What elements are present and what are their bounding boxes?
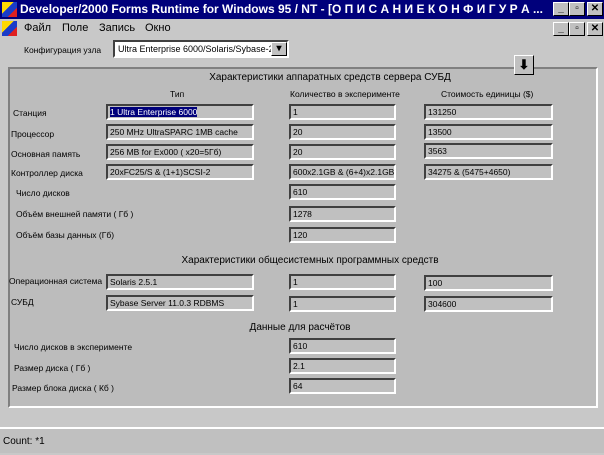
row-label: Операционная система <box>9 276 103 286</box>
cost-field[interactable]: 3563 <box>424 143 553 159</box>
row-label: Объём базы данных (Гб) <box>16 230 115 240</box>
document-icon <box>2 21 17 36</box>
menu-bar: Файл Поле Запись Окно _ ▫ ✕ <box>0 19 604 38</box>
cost-field[interactable]: 34275 & (5475+4650) <box>424 164 553 180</box>
menu-window[interactable]: Окно <box>145 19 171 38</box>
row-label: Станция <box>13 108 47 118</box>
external-memory-field[interactable]: 1278 <box>289 206 396 222</box>
calc-section-title: Данные для расчётов <box>249 322 351 333</box>
menu-record[interactable]: Запись <box>99 19 135 38</box>
cost-field[interactable]: 13500 <box>424 124 553 140</box>
disks-in-experiment-field[interactable]: 610 <box>289 338 396 354</box>
selected-text: 1 Ultra Enterprise 6000 <box>110 107 198 117</box>
row-label: Основная память <box>11 149 81 159</box>
cost-field[interactable]: 131250 <box>424 104 553 120</box>
cost-field[interactable]: 100 <box>424 275 553 291</box>
row-label: Объём внешней памяти ( Гб ) <box>16 209 134 219</box>
config-label: Конфигурация узла <box>24 45 102 55</box>
row-label: Число дисков в эксперименте <box>14 342 133 352</box>
status-text: Count: *1 <box>3 436 45 447</box>
database-size-field[interactable]: 120 <box>289 227 396 243</box>
status-bar: Count: *1 <box>0 427 604 453</box>
down-arrow-button[interactable]: ⬇ <box>514 55 534 75</box>
type-field[interactable]: 256 MB for Ex000 ( x20=5Гб) <box>106 144 254 160</box>
menu-file[interactable]: Файл <box>24 19 51 38</box>
window-title: Developer/2000 Forms Runtime for Windows… <box>20 2 543 16</box>
qty-field[interactable]: 1 <box>289 274 396 290</box>
type-field[interactable]: 20xFC25/S & (1+1)SCSI-2 <box>106 164 254 180</box>
menu-field[interactable]: Поле <box>62 19 88 38</box>
disk-count-field[interactable]: 610 <box>289 184 396 200</box>
row-label: СУБД <box>11 297 34 307</box>
qty-field[interactable]: 20 <box>289 124 396 140</box>
qty-field[interactable]: 600x2.1GB & (6+4)x2.1GB <box>289 164 396 180</box>
chevron-down-icon[interactable]: ▾ <box>271 42 287 56</box>
row-label: Контроллер диска <box>11 168 83 178</box>
doc-close-button[interactable]: ✕ <box>587 22 603 36</box>
title-bar: Developer/2000 Forms Runtime for Windows… <box>0 0 604 19</box>
type-field[interactable]: Solaris 2.5.1 <box>106 274 254 290</box>
cost-field[interactable]: 304600 <box>424 296 553 312</box>
row-label: Размер диска ( Гб ) <box>14 363 91 373</box>
close-button[interactable]: ✕ <box>587 2 603 16</box>
config-select-value: Ultra Enterprise 6000/Solaris/Sybase-2 <box>118 44 274 54</box>
header-qty: Количество в эксперименте <box>290 89 400 99</box>
disk-size-field[interactable]: 2.1 <box>289 358 396 374</box>
row-label: Число дисков <box>16 188 70 198</box>
type-field[interactable]: 250 MHz UltraSPARC 1MB cache <box>106 124 254 140</box>
type-field[interactable]: 1 Ultra Enterprise 6000 <box>106 104 254 120</box>
maximize-button[interactable]: ▫ <box>569 2 585 16</box>
block-size-field[interactable]: 64 <box>289 378 396 394</box>
qty-field[interactable]: 1 <box>289 296 396 312</box>
row-label: Размер блока диска ( Кб ) <box>12 383 114 393</box>
qty-field[interactable]: 1 <box>289 104 396 120</box>
hardware-section-title: Характеристики аппаратных средств сервер… <box>209 72 451 83</box>
software-section-title: Характеристики общесистемных программных… <box>181 255 439 266</box>
config-select[interactable]: Ultra Enterprise 6000/Solaris/Sybase-2 ▾ <box>113 40 289 58</box>
doc-minimize-button[interactable]: _ <box>553 22 569 36</box>
doc-restore-button[interactable]: ▫ <box>569 22 585 36</box>
qty-field[interactable]: 20 <box>289 144 396 160</box>
header-cost: Стоимость единицы ($) <box>441 89 534 99</box>
minimize-button[interactable]: _ <box>553 2 569 16</box>
row-label: Процессор <box>11 129 55 139</box>
header-type: Тип <box>170 89 185 99</box>
type-field[interactable]: Sybase Server 11.0.3 RDBMS <box>106 295 254 311</box>
app-icon <box>2 2 17 17</box>
